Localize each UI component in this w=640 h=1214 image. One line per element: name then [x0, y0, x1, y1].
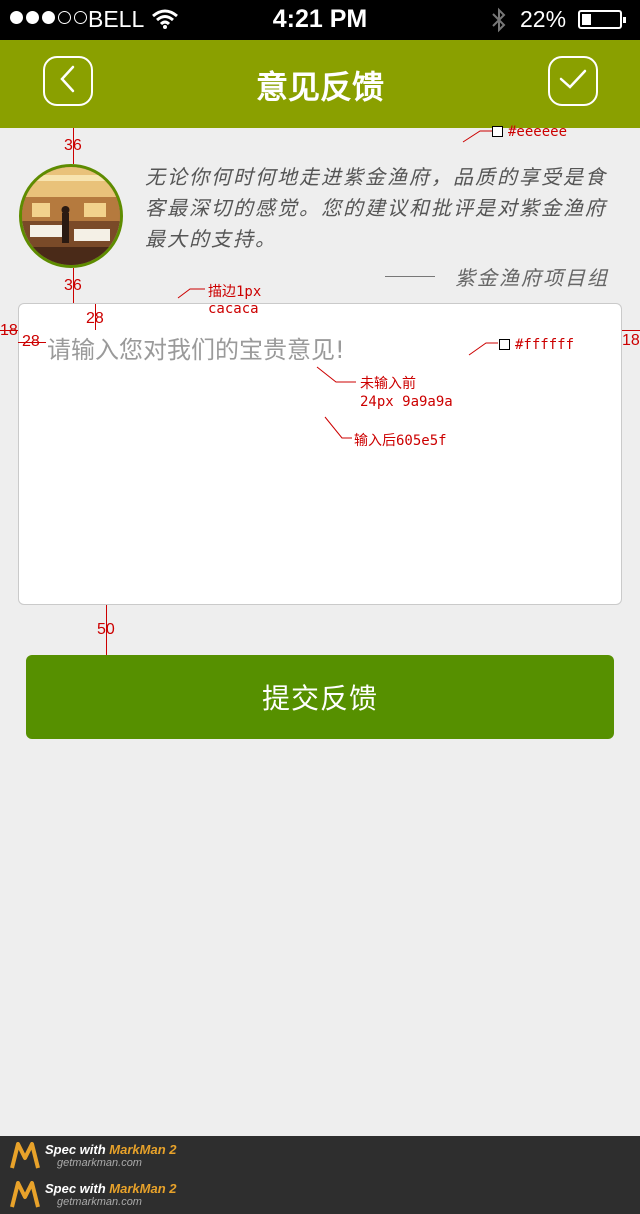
checkmark-icon: [558, 67, 588, 95]
confirm-button[interactable]: [548, 56, 598, 106]
dimension-line: [622, 330, 640, 331]
signature-dash: [385, 276, 435, 277]
bluetooth-icon: [490, 7, 508, 37]
annotation-box-color: #ffffff: [515, 337, 575, 353]
annotation-before-spec: 24px 9a9a9a: [360, 394, 453, 410]
annotation-arrow: [177, 288, 205, 299]
dimension-label: 28: [86, 310, 104, 327]
dimension-label: 28: [22, 333, 40, 350]
status-bar: BELL 4:21 PM 22%: [0, 0, 640, 40]
signature: 紫金渔府项目组: [385, 262, 609, 291]
submit-feedback-button[interactable]: 提交反馈: [26, 655, 614, 739]
dimension-label: 50: [97, 621, 115, 638]
dimension-label: 18: [622, 332, 640, 349]
annotation-arrow: [316, 366, 356, 383]
footer-url: getmarkman.com: [57, 1196, 142, 1208]
annotation-arrow: [324, 416, 352, 439]
markman-logo-icon: [10, 1181, 40, 1209]
color-swatch: [499, 339, 510, 350]
annotation-bg-color: #eeeeee: [508, 124, 568, 140]
battery-percent: 22%: [520, 6, 567, 32]
signature-text: 紫金渔府项目组: [455, 266, 609, 290]
nav-bar: 意见反馈: [0, 40, 640, 128]
footer-brand: MarkMan 2: [109, 1181, 177, 1196]
restaurant-avatar: [19, 164, 123, 268]
annotation-after-label: 输入后605e5f: [354, 433, 447, 449]
footer-prefix: Spec with: [45, 1181, 110, 1196]
dimension-label: 36: [64, 137, 82, 154]
submit-label: 提交反馈: [261, 682, 378, 715]
annotation-before-label: 未输入前: [360, 376, 416, 392]
annotation-stroke-color: cacaca: [208, 301, 259, 317]
annotation-arrow: [462, 130, 492, 143]
footer-url: getmarkman.com: [57, 1157, 142, 1169]
footer-brand: MarkMan 2: [109, 1142, 177, 1157]
markman-badge: Spec with MarkMan 2 getmarkman.com: [10, 1181, 177, 1209]
markman-badge: Spec with MarkMan 2 getmarkman.com: [10, 1142, 177, 1170]
intro-text: 无论你何时何地走进紫金渔府，品质的享受是食客最深切的感觉。您的建议和批评是对紫金…: [145, 165, 607, 251]
dimension-label: 36: [64, 277, 82, 294]
footer-prefix: Spec with: [45, 1142, 110, 1157]
page-title: 意见反馈: [255, 68, 384, 106]
markman-footer: Spec with MarkMan 2 getmarkman.com Spec …: [0, 1136, 640, 1214]
annotation-arrow: [468, 342, 498, 356]
dimension-label: 18: [0, 322, 18, 339]
markman-logo-icon: [10, 1142, 40, 1170]
battery-icon: [578, 10, 626, 29]
annotation-stroke-label: 描边1px: [208, 284, 262, 300]
